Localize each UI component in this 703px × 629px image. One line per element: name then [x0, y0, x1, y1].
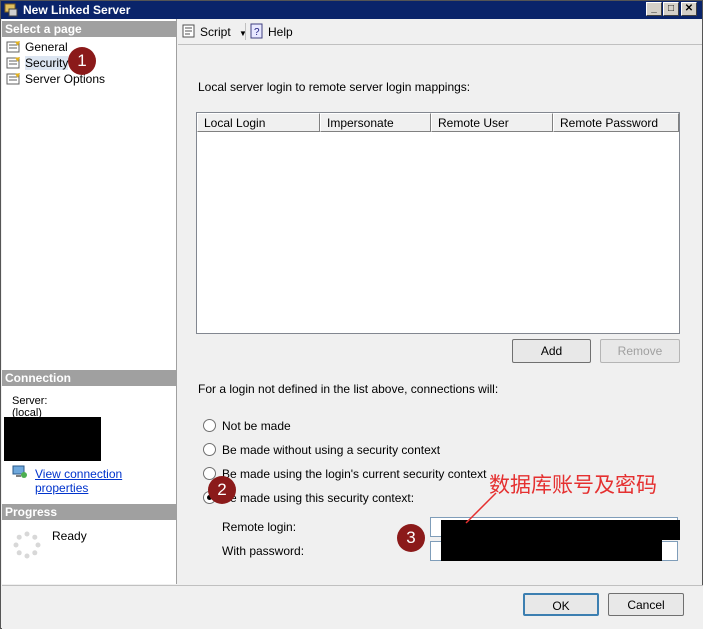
new-linked-server-window: New Linked Server _ □ ✕ Select a page Ge… — [0, 0, 703, 629]
progress-spinner-icon — [13, 531, 41, 559]
close-button[interactable]: ✕ — [681, 2, 697, 16]
page-icon — [6, 41, 20, 53]
login-mappings-grid[interactable]: Local Login Impersonate Remote User Remo… — [196, 112, 680, 334]
title-bar: New Linked Server _ □ ✕ — [1, 1, 702, 19]
page-item-server-options[interactable]: Server Options — [6, 71, 105, 87]
redacted-box — [4, 417, 101, 461]
page-item-label: Server Options — [25, 72, 106, 86]
cancel-button[interactable]: Cancel — [608, 593, 684, 616]
page-item-label: General — [25, 40, 68, 54]
page-icon — [6, 57, 20, 69]
progress-header: Progress — [2, 504, 177, 520]
help-icon: ? — [250, 23, 263, 39]
toolbar: Script ▼ ? Help — [178, 19, 702, 45]
dialog-footer: OK Cancel — [2, 585, 703, 629]
column-header-remote-user[interactable]: Remote User — [431, 113, 553, 132]
help-label: Help — [268, 25, 293, 39]
left-panel: Select a page General Security Server Op… — [2, 19, 177, 584]
script-button[interactable]: Script ▼ — [181, 23, 247, 41]
connection-properties-icon — [12, 465, 27, 478]
page-icon — [6, 73, 20, 85]
annotation-arrow-line — [465, 492, 497, 524]
progress-status: Ready — [52, 529, 87, 543]
radio-label-not-be-made: Not be made — [222, 419, 291, 433]
add-button[interactable]: Add — [512, 339, 591, 363]
undefined-login-label: For a login not defined in the list abov… — [198, 382, 499, 396]
column-header-impersonate[interactable]: Impersonate — [320, 113, 431, 132]
callout-badge-2: 2 — [208, 476, 236, 504]
chinese-annotation-text: 数据库账号及密码 — [489, 473, 657, 497]
window-title: New Linked Server — [23, 3, 131, 17]
column-header-remote-password[interactable]: Remote Password — [553, 113, 679, 132]
column-header-local-login[interactable]: Local Login — [197, 113, 320, 132]
radio-label-this-security-context: Be made using this security context: — [222, 491, 415, 505]
page-item-security[interactable]: Security — [6, 55, 69, 71]
mappings-label: Local server login to remote server logi… — [198, 80, 471, 94]
server-app-icon — [4, 3, 18, 17]
toolbar-separator — [245, 23, 246, 40]
help-button[interactable]: ? Help — [249, 23, 293, 41]
callout-badge-3: 3 — [397, 524, 425, 552]
radio-without-security-context[interactable] — [203, 443, 216, 456]
radio-label-current-security-context: Be made using the login's current securi… — [222, 467, 487, 481]
connection-header: Connection — [2, 370, 177, 386]
svg-text:?: ? — [254, 27, 260, 38]
maximize-button[interactable]: □ — [663, 2, 679, 16]
redacted-box — [441, 539, 662, 561]
radio-label-without-security-context: Be made without using a security context — [222, 443, 441, 457]
with-password-label: With password: — [222, 544, 305, 558]
page-item-label: Security — [25, 56, 69, 70]
script-label: Script — [200, 25, 231, 39]
view-connection-properties-link[interactable]: View connection properties — [35, 467, 176, 495]
server-label: Server: — [12, 395, 48, 407]
page-item-general[interactable]: General — [6, 39, 68, 55]
remote-login-label: Remote login: — [222, 520, 297, 534]
minimize-button[interactable]: _ — [646, 2, 662, 16]
script-icon — [182, 24, 195, 38]
select-page-header: Select a page — [2, 21, 177, 37]
ok-button[interactable]: OK — [523, 593, 599, 616]
radio-not-be-made[interactable] — [203, 419, 216, 432]
callout-badge-1: 1 — [68, 47, 96, 75]
remove-button[interactable]: Remove — [600, 339, 680, 363]
